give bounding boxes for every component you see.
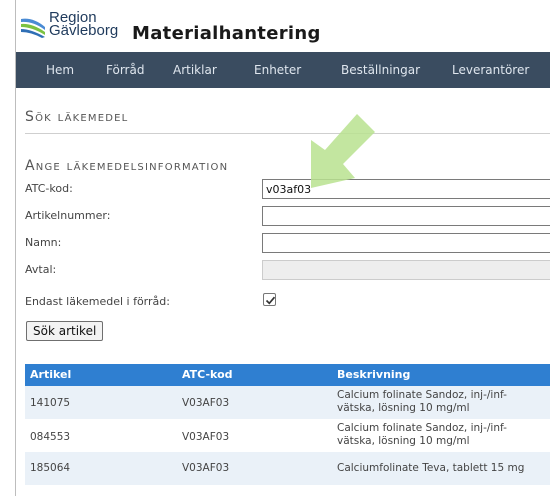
main-nav: Hem Förråd Artiklar Enheter Beställninga…	[16, 52, 550, 88]
table-row[interactable]: 084553 V03AF03 Calcium folinate Sandoz, …	[25, 419, 550, 452]
cell-atc: V03AF03	[182, 462, 230, 474]
cell-description-line1: Calcium folinate Sandoz, inj-/inf-	[337, 389, 507, 401]
nav-item-hem[interactable]: Hem	[46, 52, 74, 88]
cell-description-line2: vätska, lösning 10 mg/ml	[337, 402, 470, 414]
cell-article: 084553	[30, 431, 71, 443]
cell-article: 141075	[30, 397, 71, 409]
nav-item-artiklar[interactable]: Artiklar	[173, 52, 217, 88]
region-logo-icon	[21, 18, 45, 38]
region-brand: Region Gävleborg	[49, 10, 119, 39]
table-row[interactable]: 141075 V03AF03 Calcium folinate Sandoz, …	[25, 386, 550, 419]
brand-line-2: Gävleborg	[49, 22, 119, 39]
agreement-input	[262, 260, 550, 280]
title-divider	[25, 133, 550, 134]
cell-description-line1: Calcium folinate Sandoz, inj-/inf-	[337, 422, 507, 434]
cell-description-line1: Calciumfolinate Teva, tablett 15 mg	[337, 462, 525, 474]
atc-label: ATC-kod:	[25, 182, 73, 195]
only-in-stock-checkbox[interactable]	[263, 293, 276, 306]
table-header: Artikel ATC-kod Beskrivning	[25, 364, 550, 386]
column-header-article[interactable]: Artikel	[30, 368, 71, 381]
app-header: Region Gävleborg Materialhantering	[16, 0, 550, 52]
column-header-atc[interactable]: ATC-kod	[182, 368, 233, 381]
section-subtitle: Ange läkemedelsinformation	[25, 158, 229, 174]
name-label: Namn:	[25, 236, 62, 249]
article-number-label: Artikelnummer:	[25, 209, 111, 222]
cell-description-line2: vätska, lösning 10 mg/ml	[337, 435, 470, 447]
nav-item-leverantorer[interactable]: Leverantörer	[452, 52, 529, 88]
agreement-label: Avtal:	[25, 263, 57, 276]
search-article-button[interactable]: Sök artikel	[26, 321, 104, 341]
nav-item-enheter[interactable]: Enheter	[254, 52, 301, 88]
cell-atc: V03AF03	[182, 431, 230, 443]
column-header-description[interactable]: Beskrivning	[337, 368, 410, 381]
name-input[interactable]	[262, 233, 550, 253]
app-title: Materialhantering	[132, 23, 321, 44]
atc-input[interactable]	[262, 179, 550, 199]
app-window: Region Gävleborg Materialhantering Hem F…	[15, 0, 550, 496]
nav-item-forrad[interactable]: Förråd	[106, 52, 144, 88]
main-content: Sök läkemedel Ange läkemedelsinformation…	[16, 88, 550, 496]
cell-atc: V03AF03	[182, 397, 230, 409]
checkmark-icon	[265, 296, 276, 305]
nav-item-bestallningar[interactable]: Beställningar	[341, 52, 420, 88]
table-row[interactable]: 185064 V03AF03 Calciumfolinate Teva, tab…	[25, 452, 550, 485]
only-in-stock-label: Endast läkemedel i förråd:	[25, 295, 170, 308]
article-number-input[interactable]	[262, 206, 550, 226]
page-title: Sök läkemedel	[25, 109, 129, 125]
cell-article: 185064	[30, 462, 71, 474]
